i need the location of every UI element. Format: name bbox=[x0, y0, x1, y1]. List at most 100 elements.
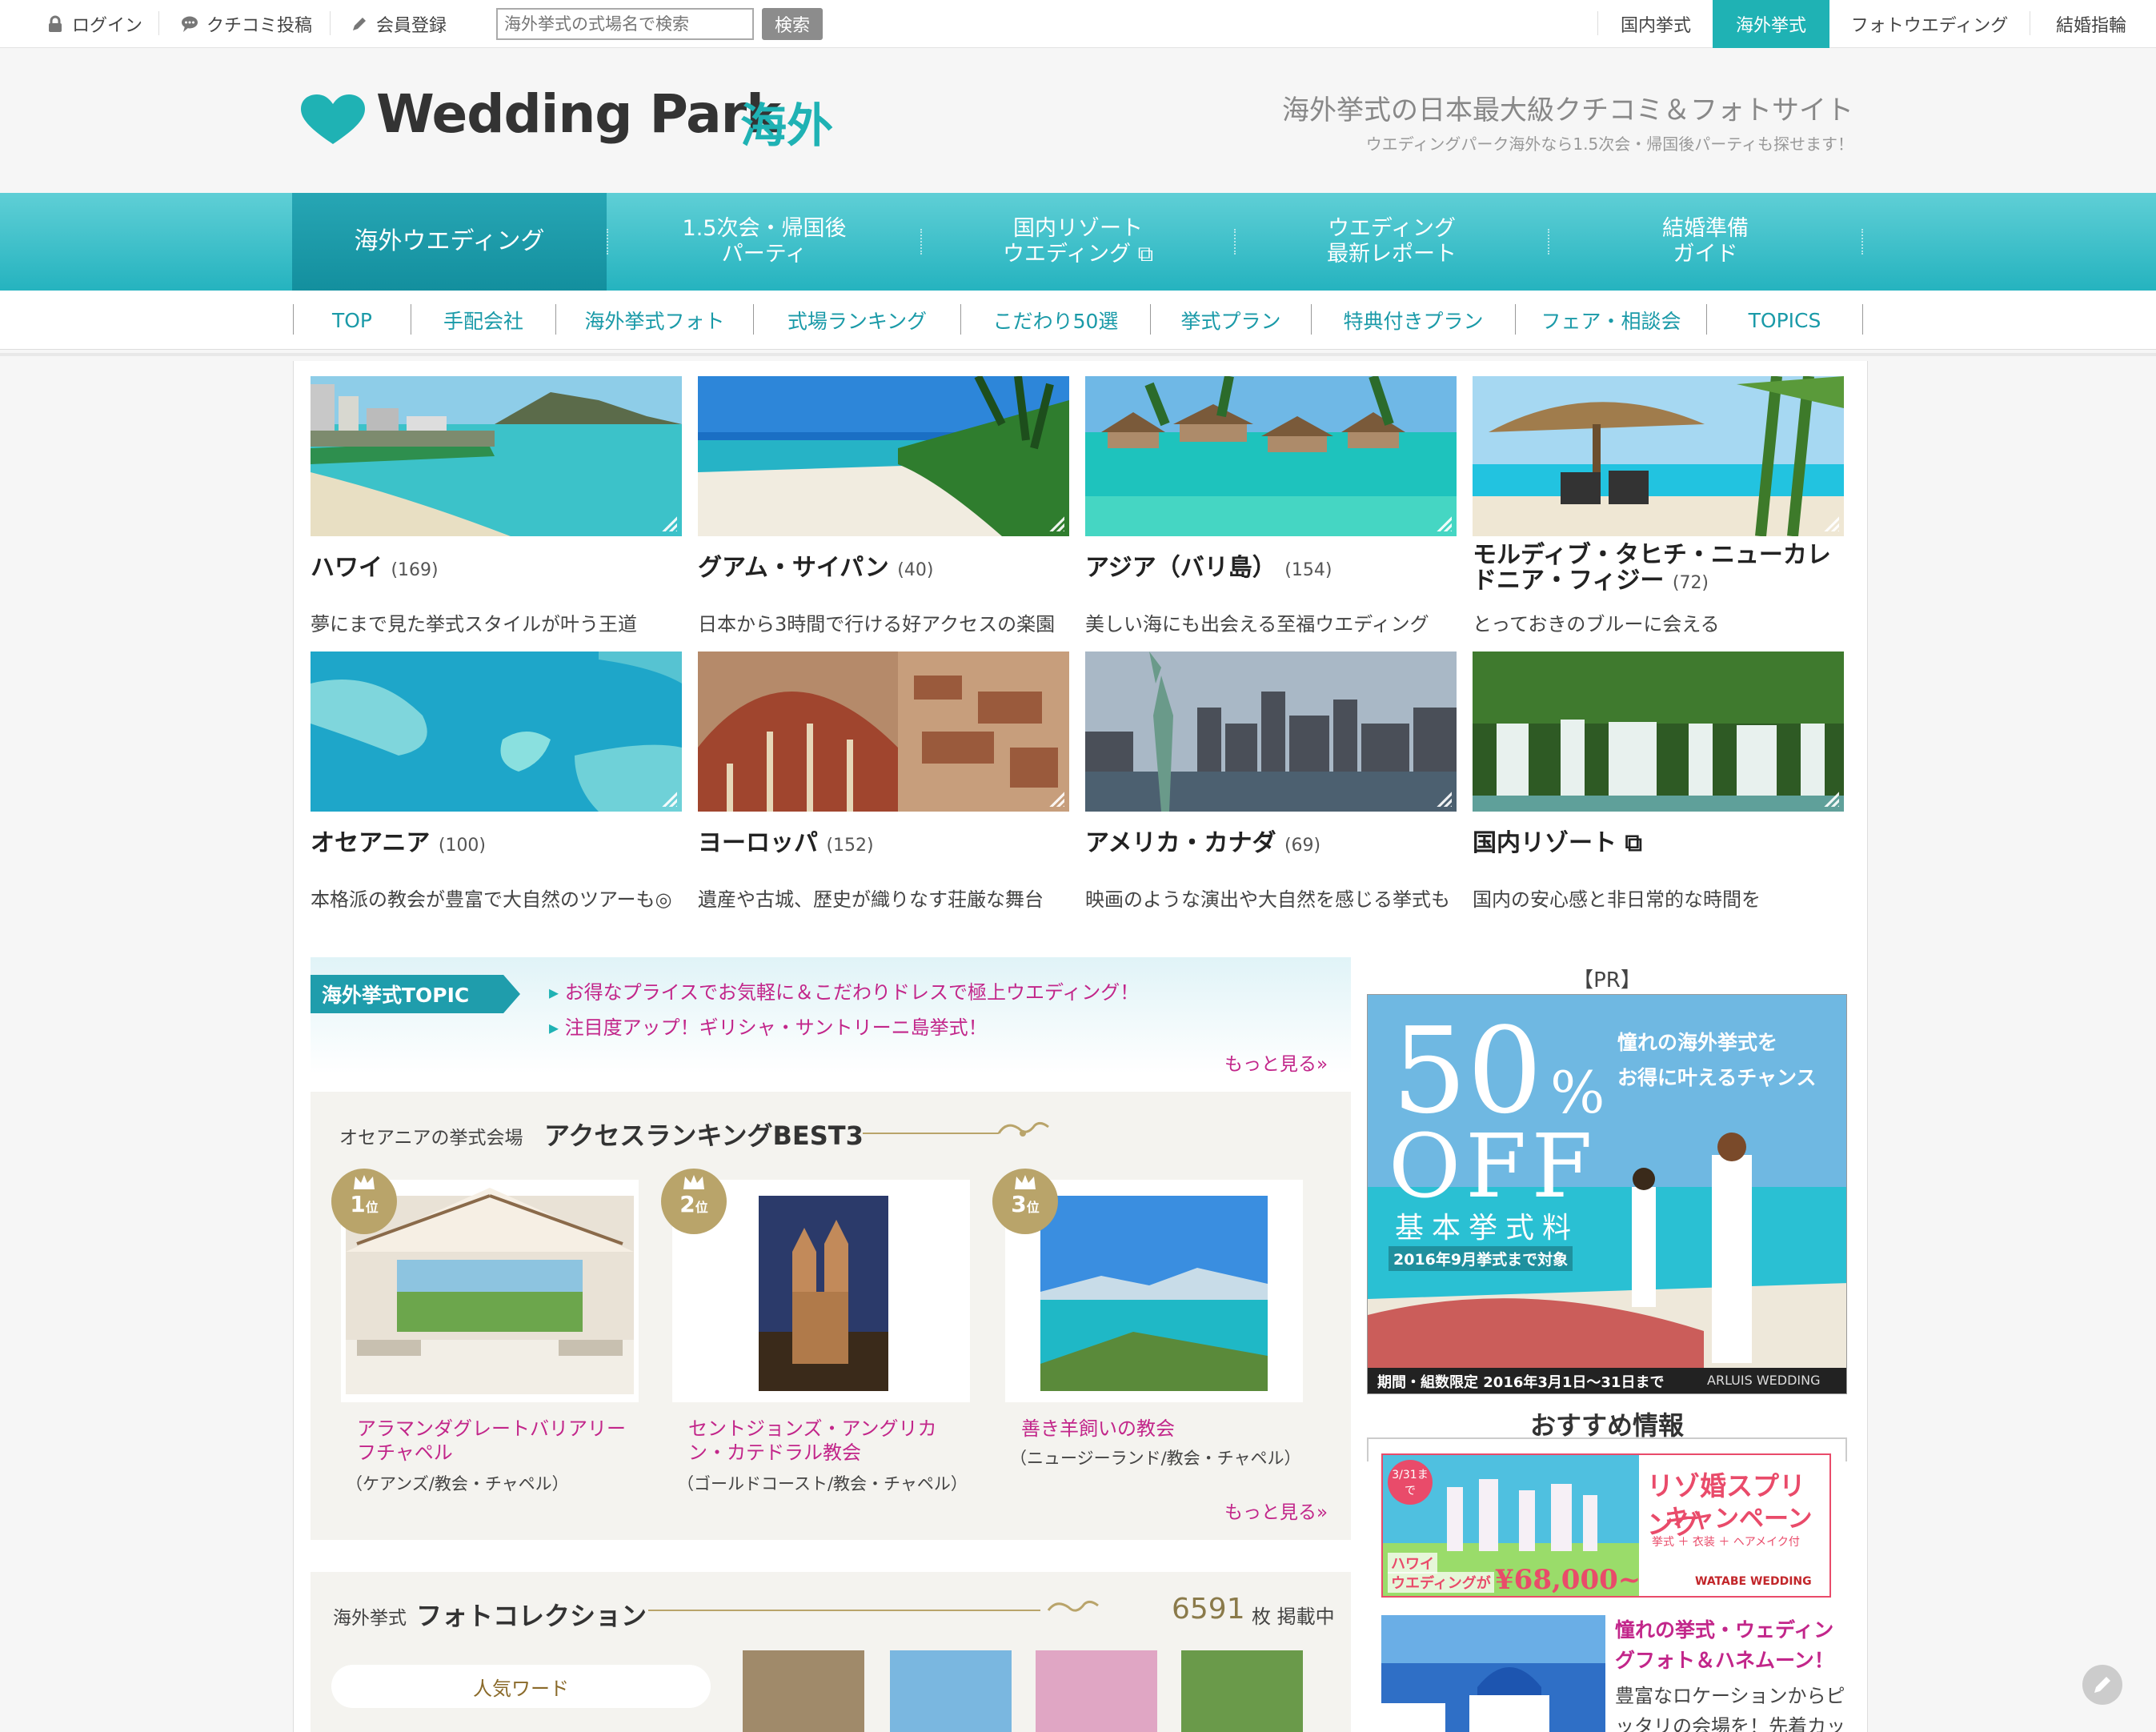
main-nav-label: ウエディング bbox=[1327, 216, 1457, 241]
destination-count: (40) bbox=[897, 560, 934, 580]
search-button[interactable]: 検索 bbox=[762, 8, 823, 40]
banner-note: 2016年9月挙式まで対象 bbox=[1389, 1246, 1573, 1271]
nav-photo-wedding-link[interactable]: フォトウエディング bbox=[1829, 0, 2030, 48]
photos-title: フォトコレクション bbox=[416, 1601, 647, 1631]
main-nav-domestic-resort[interactable]: 国内リゾート ウエディング ⧉ bbox=[922, 193, 1234, 291]
subnav-photos[interactable]: 海外挙式フォト bbox=[556, 291, 753, 350]
rank-unit: 位 bbox=[695, 1200, 708, 1215]
main-nav-label: 国内リゾート bbox=[1012, 216, 1143, 241]
ranking-item-name[interactable]: アラマンダグレートバリアリーフチャペル bbox=[357, 1417, 629, 1465]
ranking-item-name[interactable]: 善き羊飼いの教会 bbox=[1021, 1417, 1293, 1441]
destination-name[interactable]: 国内リゾート ⧉ bbox=[1473, 831, 1849, 856]
ranking-item-sub: （ケアンズ/教会・チャペル） bbox=[346, 1474, 569, 1493]
destination-image-guam[interactable] bbox=[698, 376, 1069, 536]
subnav-agency[interactable]: 手配会社 bbox=[411, 291, 555, 350]
destination-image-maldives[interactable] bbox=[1473, 376, 1844, 536]
main-nav-party[interactable]: 1.5次会・帰国後 パーティ bbox=[608, 193, 920, 291]
search-input[interactable] bbox=[496, 8, 754, 40]
subnav-ranking[interactable]: 式場ランキング bbox=[754, 291, 960, 350]
banner-big-number: 50 bbox=[1392, 1002, 1543, 1140]
destination-name[interactable]: オセアニア (100) bbox=[311, 831, 687, 859]
topic-link[interactable]: 注目度アップ！ギリシャ・サントリーニ島挙式！ bbox=[549, 1012, 988, 1040]
destination-image-domestic[interactable] bbox=[1473, 652, 1844, 812]
destination-title[interactable]: オセアニア bbox=[311, 829, 430, 857]
waterfall-photo bbox=[1473, 652, 1844, 812]
subnav-topics[interactable]: TOPICS bbox=[1707, 291, 1862, 350]
destination-image-oceania[interactable] bbox=[311, 652, 682, 812]
banner-kihon: 基本挙式料 bbox=[1395, 1212, 1580, 1245]
destination-title[interactable]: ハワイ bbox=[311, 554, 383, 582]
subnav-kodawari[interactable]: こだわり50選 bbox=[961, 291, 1150, 350]
register-link[interactable]: 会員登録 bbox=[351, 0, 447, 48]
destination-name[interactable]: ヨーロッパ (152) bbox=[698, 831, 1074, 859]
recommend-banner-2-image[interactable] bbox=[1381, 1615, 1605, 1732]
subnav-fair[interactable]: フェア・相談会 bbox=[1516, 291, 1706, 350]
destination-title[interactable]: 国内リゾート ⧉ bbox=[1473, 829, 1642, 857]
main-nav-overseas-wedding[interactable]: 海外ウエディング bbox=[292, 193, 607, 291]
photo-thumbnail[interactable] bbox=[890, 1650, 1012, 1732]
feedback-button[interactable] bbox=[2082, 1665, 2122, 1705]
main-nav-label: 結婚準備 bbox=[1662, 216, 1749, 241]
subnav-bonus-plans[interactable]: 特典付きプラン bbox=[1312, 291, 1515, 350]
main-nav-guide[interactable]: 結婚準備 ガイド bbox=[1549, 193, 1861, 291]
photo-thumbnail[interactable] bbox=[1181, 1650, 1303, 1732]
destination-title[interactable]: アジア（バリ島） bbox=[1085, 554, 1276, 582]
destination-title[interactable]: モルディブ・タヒチ・ニューカレドニア・フィジー bbox=[1473, 541, 1831, 595]
nav-domestic-link[interactable]: 国内挙式 bbox=[1599, 0, 1713, 48]
destination-name[interactable]: アジア（バリ島） (154) bbox=[1085, 555, 1461, 583]
new-york-photo bbox=[1085, 652, 1457, 812]
destination-name[interactable]: アメリカ・カナダ (69) bbox=[1085, 831, 1461, 859]
register-label: 会員登録 bbox=[376, 16, 447, 36]
destination-image-hawaii[interactable] bbox=[311, 376, 682, 536]
logo-suffix[interactable]: 海外 bbox=[740, 88, 833, 155]
destination-image-europe[interactable] bbox=[698, 652, 1069, 812]
nav-overseas-link[interactable]: 海外挙式 bbox=[1713, 0, 1829, 48]
pr-banner[interactable]: 50 % OFF 基本挙式料 憧れの海外挙式を お得に叶えるチャンス 2016年… bbox=[1367, 994, 1847, 1394]
ranking-item-name[interactable]: セントジョンズ・アングリカン・カテドラル教会 bbox=[688, 1417, 960, 1465]
photo-thumbnail[interactable] bbox=[1036, 1650, 1157, 1732]
reef-photo bbox=[311, 652, 682, 812]
review-label: クチコミ投稿 bbox=[206, 16, 313, 36]
campaign-sub: 挙式 ＋ 衣装 ＋ ヘアメイク付 bbox=[1652, 1536, 1800, 1549]
heart-logo-icon[interactable] bbox=[301, 94, 365, 146]
topic-more-link[interactable]: もっと見る» bbox=[1224, 1048, 1328, 1076]
campaign-hawaii: ハワイ bbox=[1388, 1553, 1437, 1574]
destination-count: (152) bbox=[826, 836, 874, 856]
main-nav-report[interactable]: ウエディング 最新レポート bbox=[1236, 193, 1548, 291]
destination-count: (169) bbox=[391, 560, 439, 580]
ranking-item-sub: （ニュージーランド/教会・チャペル） bbox=[1010, 1449, 1301, 1468]
photos-prefix: 海外挙式 bbox=[333, 1608, 407, 1629]
sub-tagline: ウエディングパーク海外なら1.5次会・帰国後パーティも探せます！ bbox=[1365, 134, 1853, 154]
ranking-title: アクセスランキングBEST3 bbox=[544, 1121, 864, 1151]
lock-icon bbox=[49, 15, 62, 32]
destination-image-asia[interactable] bbox=[1085, 376, 1457, 536]
campaign-price-pre: ウエディングが bbox=[1388, 1572, 1494, 1593]
logo-wordmark[interactable]: Wedding Park bbox=[376, 83, 781, 145]
destination-name[interactable]: グアム・サイパン (40) bbox=[698, 555, 1074, 583]
photo-count: 6591 bbox=[1172, 1593, 1245, 1626]
topic-link[interactable]: お得なプライスでお気軽に＆こだわりドレスで極上ウエディング！ bbox=[549, 976, 1140, 1004]
nav-rings-link[interactable]: 結婚指輪 bbox=[2031, 0, 2151, 48]
destination-title[interactable]: アメリカ・カナダ bbox=[1085, 829, 1276, 857]
florence-photo bbox=[698, 652, 1069, 812]
destination-title[interactable]: グアム・サイパン bbox=[698, 554, 889, 582]
login-link[interactable]: ログイン bbox=[46, 0, 142, 48]
subnav-plans[interactable]: 挙式プラン bbox=[1151, 291, 1311, 350]
recommend-title[interactable]: 憧れの挙式・ウェディングフォト＆ハネムーン！ bbox=[1615, 1615, 1847, 1676]
destination-desc: 本格派の教会が豊富で大自然のツアーも◎ bbox=[311, 888, 672, 911]
destination-image-america[interactable] bbox=[1085, 652, 1457, 812]
photo-thumbnail[interactable] bbox=[743, 1650, 864, 1732]
banner-brand: ARLUIS WEDDING bbox=[1707, 1373, 1821, 1388]
popular-word-button[interactable]: 人気ワード bbox=[331, 1665, 711, 1708]
maldives-photo bbox=[1473, 376, 1844, 536]
review-link[interactable]: クチコミ投稿 bbox=[181, 0, 312, 48]
recommend-banner-1[interactable]: 3/31まで リゾ婚スプリング キャンペーン 挙式 ＋ 衣装 ＋ ヘアメイク付 … bbox=[1381, 1453, 1831, 1598]
destination-title[interactable]: ヨーロッパ bbox=[698, 829, 818, 857]
divider bbox=[1862, 304, 1863, 335]
crown-icon bbox=[683, 1175, 704, 1189]
destination-name[interactable]: ハワイ (169) bbox=[311, 555, 687, 583]
ranking-more-link[interactable]: もっと見る» bbox=[1224, 1497, 1328, 1524]
subnav-top[interactable]: TOP bbox=[294, 291, 411, 350]
destination-name[interactable]: モルディブ・タヒチ・ニューカレドニア・フィジー (72) bbox=[1473, 543, 1849, 596]
banner-footer: 期間・組数限定 2016年3月1日〜31日まで bbox=[1377, 1374, 1665, 1391]
